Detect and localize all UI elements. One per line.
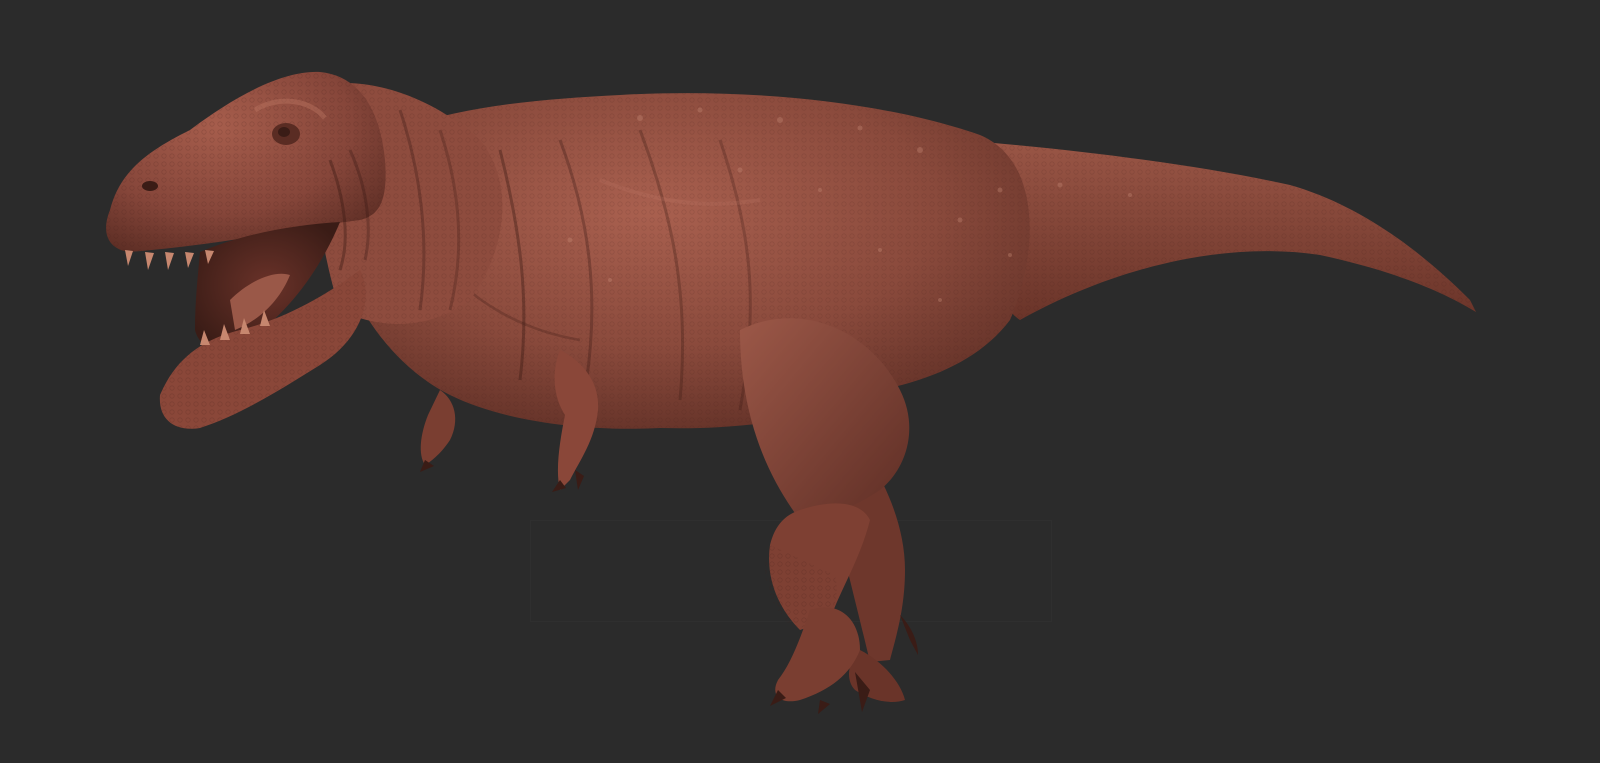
- tail: [960, 140, 1476, 320]
- sculpt-viewport[interactable]: [0, 0, 1600, 763]
- head: [106, 71, 386, 429]
- nostril: [142, 181, 158, 191]
- trex-sculpt-model: [106, 71, 1476, 714]
- far-arm: [420, 390, 456, 472]
